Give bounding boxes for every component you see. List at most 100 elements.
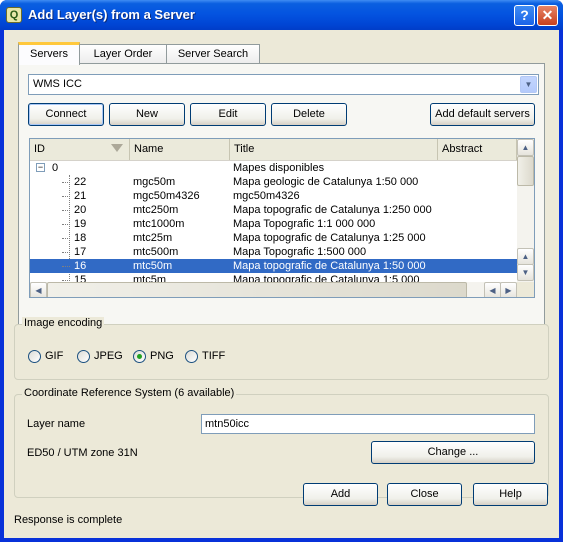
cell-title: Mapa topografic de Catalunya 1:25 000 [233, 232, 426, 244]
scroll-left-icon[interactable]: ◀ [30, 282, 47, 297]
cell-title: Mapa topografic de Catalunya 1:250 000 [233, 204, 432, 216]
tree-branch-line [62, 252, 70, 253]
add-button[interactable]: Add [303, 483, 378, 506]
cell-name: mtc250m [133, 204, 179, 216]
dialog-window: Q Add Layer(s) from a Server ? ✕ Layer O… [0, 0, 563, 542]
cell-title: Mapa Topografic 1:500 000 [233, 246, 367, 258]
window-frame-bottom [0, 538, 563, 542]
tree-branch-line [62, 224, 70, 225]
scroll-down-icon[interactable]: ▼ [517, 264, 534, 281]
cell-name: mtc5m [133, 274, 166, 282]
cell-id: 16 [74, 260, 87, 272]
radio-gif-label: GIF [45, 350, 64, 362]
dialog-client-area: Layer Order Server Search Servers WMS IC… [4, 30, 559, 538]
vertical-scroll-thumb[interactable] [517, 156, 534, 186]
tree-branch-line [62, 196, 70, 197]
image-encoding-group: Image encoding GIF JPEG PNG TIFF [14, 317, 549, 380]
help-button[interactable]: Help [473, 483, 548, 506]
image-encoding-label: Image encoding [22, 317, 105, 329]
radio-png-label: PNG [150, 350, 174, 362]
tree-branch-line [62, 266, 70, 267]
cell-name: mtc50m [133, 260, 173, 272]
table-row[interactable]: 18 mtc25m Mapa topografic de Catalunya 1:2… [30, 231, 517, 245]
cell-name: mtc1000m [133, 218, 185, 230]
new-button[interactable]: New [109, 103, 185, 126]
window-title: Add Layer(s) from a Server [28, 7, 195, 22]
close-title-button[interactable]: ✕ [537, 5, 558, 26]
cell-id: 17 [74, 246, 87, 258]
scroll-right-icon[interactable]: ▶ [500, 282, 517, 297]
table-row[interactable]: 20 mtc250m Mapa topografic de Catalunya 1:… [30, 203, 517, 217]
layer-name-field[interactable]: mtn50icc [201, 414, 535, 434]
column-label: ID [34, 143, 45, 155]
scroll-up-icon[interactable]: ▲ [517, 248, 534, 265]
tree-branch-line [62, 210, 70, 211]
help-title-button[interactable]: ? [514, 5, 535, 26]
cell-title: Mapa Topografic 1:1 000 000 [233, 218, 376, 230]
cell-title: Mapa topografic de Catalunya 1:5 000 [233, 274, 420, 282]
column-header-abstract[interactable]: Abstract [438, 139, 517, 160]
table-row[interactable]: 22 mgc50m Mapa geologic de Catalunya 1:50 … [30, 175, 517, 189]
cell-id: 22 [74, 176, 87, 188]
crs-group-label: Coordinate Reference System (6 available… [22, 387, 237, 399]
scroll-left-icon[interactable]: ◀ [484, 282, 501, 297]
server-select-value: WMS ICC [33, 78, 82, 90]
title-bar[interactable]: Q Add Layer(s) from a Server ? ✕ [0, 0, 563, 30]
layers-table: ID Name Title Abstract −0 Mapes disponibl… [29, 138, 535, 298]
edit-button[interactable]: Edit [190, 103, 266, 126]
table-row[interactable]: 17 mtc500m Mapa Topografic 1:500 000 [30, 245, 517, 259]
cell-id: 19 [74, 218, 87, 230]
column-header-title[interactable]: Title [230, 139, 438, 160]
column-header-name[interactable]: Name [130, 139, 230, 160]
status-text: Response is complete [14, 514, 123, 526]
scroll-corner [517, 282, 534, 297]
table-row[interactable]: −0 Mapes disponibles [30, 161, 517, 175]
cell-name: mgc50m [133, 176, 176, 188]
vertical-scrollbar[interactable]: ▲ ▲ ▼ [517, 139, 534, 282]
tree-branch-line [62, 238, 70, 239]
crs-group: Coordinate Reference System (6 available… [14, 387, 549, 498]
column-header-id[interactable]: ID [30, 139, 130, 160]
horizontal-scroll-thumb[interactable] [47, 282, 467, 297]
tab-server-search[interactable]: Server Search [166, 44, 260, 64]
tab-layer-order[interactable]: Layer Order [78, 44, 168, 64]
radio-tiff-indicator[interactable] [185, 350, 198, 363]
horizontal-scrollbar[interactable]: ◀ ◀ ▶ [30, 282, 517, 297]
radio-jpeg-label: JPEG [94, 350, 123, 362]
cell-title: mgc50m4326 [233, 190, 300, 202]
table-row[interactable]: 21 mgc50m4326 mgc50m4326 [30, 189, 517, 203]
tree-branch-line [62, 280, 70, 281]
cell-id: 0 [52, 162, 59, 174]
table-row[interactable]: 16 mtc50m Mapa topografic de Catalunya 1:5… [30, 259, 517, 273]
radio-gif-indicator[interactable] [28, 350, 41, 363]
cell-name: mgc50m4326 [133, 190, 200, 202]
table-body: −0 Mapes disponibles 22 mgc50m Mapa geologic… [30, 161, 517, 282]
cell-id: 20 [74, 204, 87, 216]
cell-id: 18 [74, 232, 87, 244]
connect-button[interactable]: Connect [28, 103, 104, 126]
table-header: ID Name Title Abstract [30, 139, 517, 161]
radio-png-indicator[interactable] [133, 350, 146, 363]
radio-jpeg-indicator[interactable] [77, 350, 90, 363]
collapse-icon[interactable]: − [36, 163, 45, 172]
change-crs-button[interactable]: Change ... [371, 441, 535, 464]
cell-id: 21 [74, 190, 87, 202]
delete-button[interactable]: Delete [271, 103, 347, 126]
table-row[interactable]: 19 mtc1000m Mapa Topografic 1:1 000 000 [30, 217, 517, 231]
sort-descending-icon [111, 144, 123, 152]
add-default-servers-button[interactable]: Add default servers [430, 103, 535, 126]
radio-tiff-label: TIFF [202, 350, 226, 362]
cell-id: 15 [74, 274, 87, 282]
cell-title: Mapa geologic de Catalunya 1:50 000 [233, 176, 419, 188]
qgis-app-icon: Q [6, 7, 22, 23]
cell-name: mtc500m [133, 246, 179, 258]
current-crs-text: ED50 / UTM zone 31N [27, 447, 138, 459]
close-button[interactable]: Close [387, 483, 462, 506]
table-row[interactable]: 15 mtc5m Mapa topografic de Catalunya 1:5 … [30, 273, 517, 282]
chevron-down-icon[interactable]: ▼ [520, 76, 537, 93]
cell-name: mtc25m [133, 232, 173, 244]
tab-servers[interactable]: Servers [18, 42, 80, 65]
server-select[interactable]: WMS ICC ▼ [28, 74, 539, 95]
cell-title: Mapa topografic de Catalunya 1:50 000 [233, 260, 426, 272]
scroll-up-icon[interactable]: ▲ [517, 139, 534, 156]
